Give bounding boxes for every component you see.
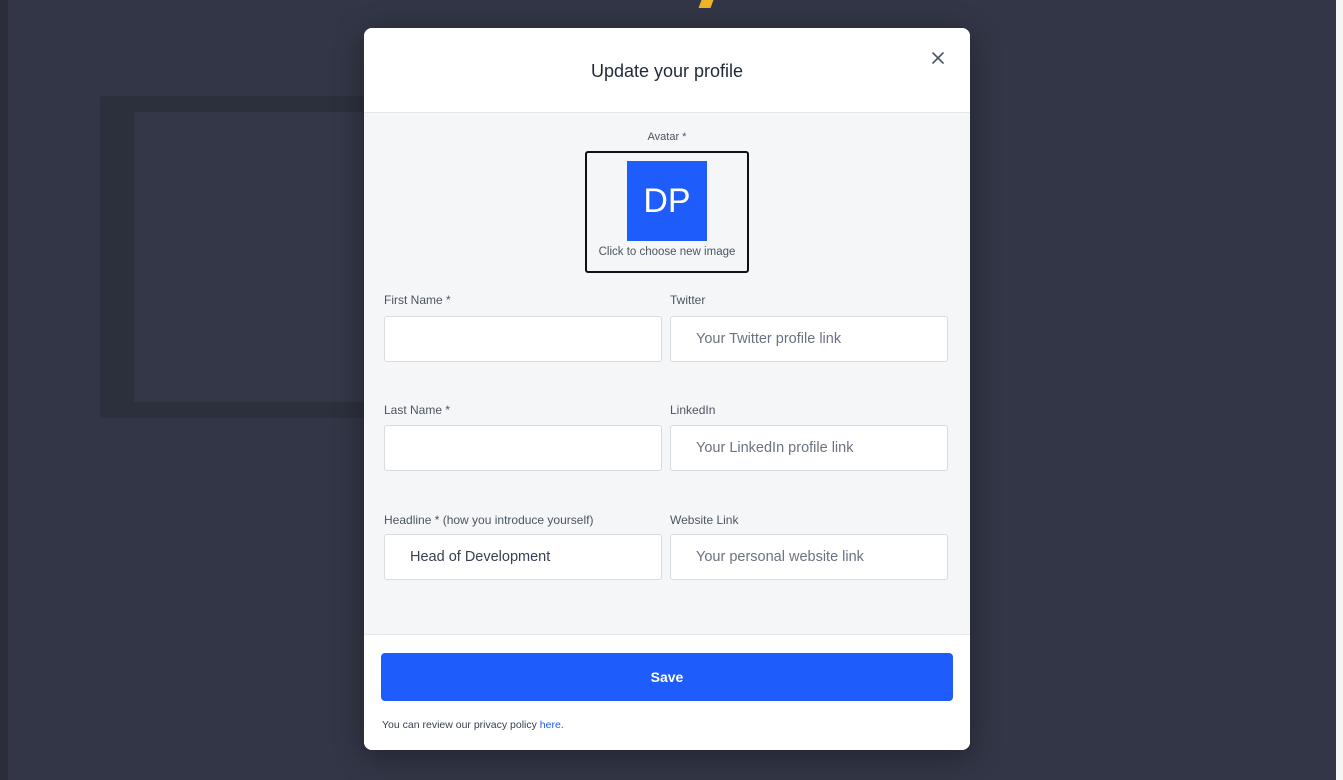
close-icon <box>932 52 944 64</box>
privacy-text: You can review our privacy policy <box>382 719 540 731</box>
avatar-hint: Click to choose new image <box>598 246 736 258</box>
website-input[interactable] <box>670 534 948 580</box>
privacy-policy-link[interactable]: here <box>540 719 561 731</box>
right-edge-strip <box>1336 0 1343 780</box>
update-profile-modal: Update your profile Avatar * DP Click to… <box>364 28 970 750</box>
left-edge-strip <box>0 0 8 780</box>
twitter-input[interactable] <box>670 316 948 362</box>
modal-body: Avatar * DP Click to choose new image Fi… <box>364 113 970 635</box>
last-name-label: Last Name * <box>384 403 451 417</box>
avatar-label: Avatar * <box>647 131 687 143</box>
first-name-input[interactable] <box>384 316 662 362</box>
close-button[interactable] <box>928 48 948 68</box>
save-button[interactable]: Save <box>381 653 953 701</box>
twitter-label: Twitter <box>670 293 706 307</box>
privacy-note: You can review our privacy policy here. <box>382 719 564 731</box>
website-label: Website Link <box>670 513 739 527</box>
first-name-label: First Name * <box>384 293 451 307</box>
avatar-picker[interactable]: DP Click to choose new image <box>585 151 749 273</box>
modal-title: Update your profile <box>590 60 744 81</box>
background-event-image <box>134 112 394 402</box>
avatar-initials: DP <box>627 161 707 241</box>
privacy-suffix: . <box>560 719 564 731</box>
headline-input[interactable] <box>384 534 662 580</box>
linkedin-label: LinkedIn <box>670 403 716 417</box>
modal-header: Update your profile <box>364 28 970 113</box>
linkedin-input[interactable] <box>670 425 948 471</box>
headline-label: Headline * (how you introduce yourself) <box>384 513 594 527</box>
modal-footer: Save You can review our privacy policy h… <box>364 634 970 750</box>
last-name-input[interactable] <box>384 425 662 471</box>
